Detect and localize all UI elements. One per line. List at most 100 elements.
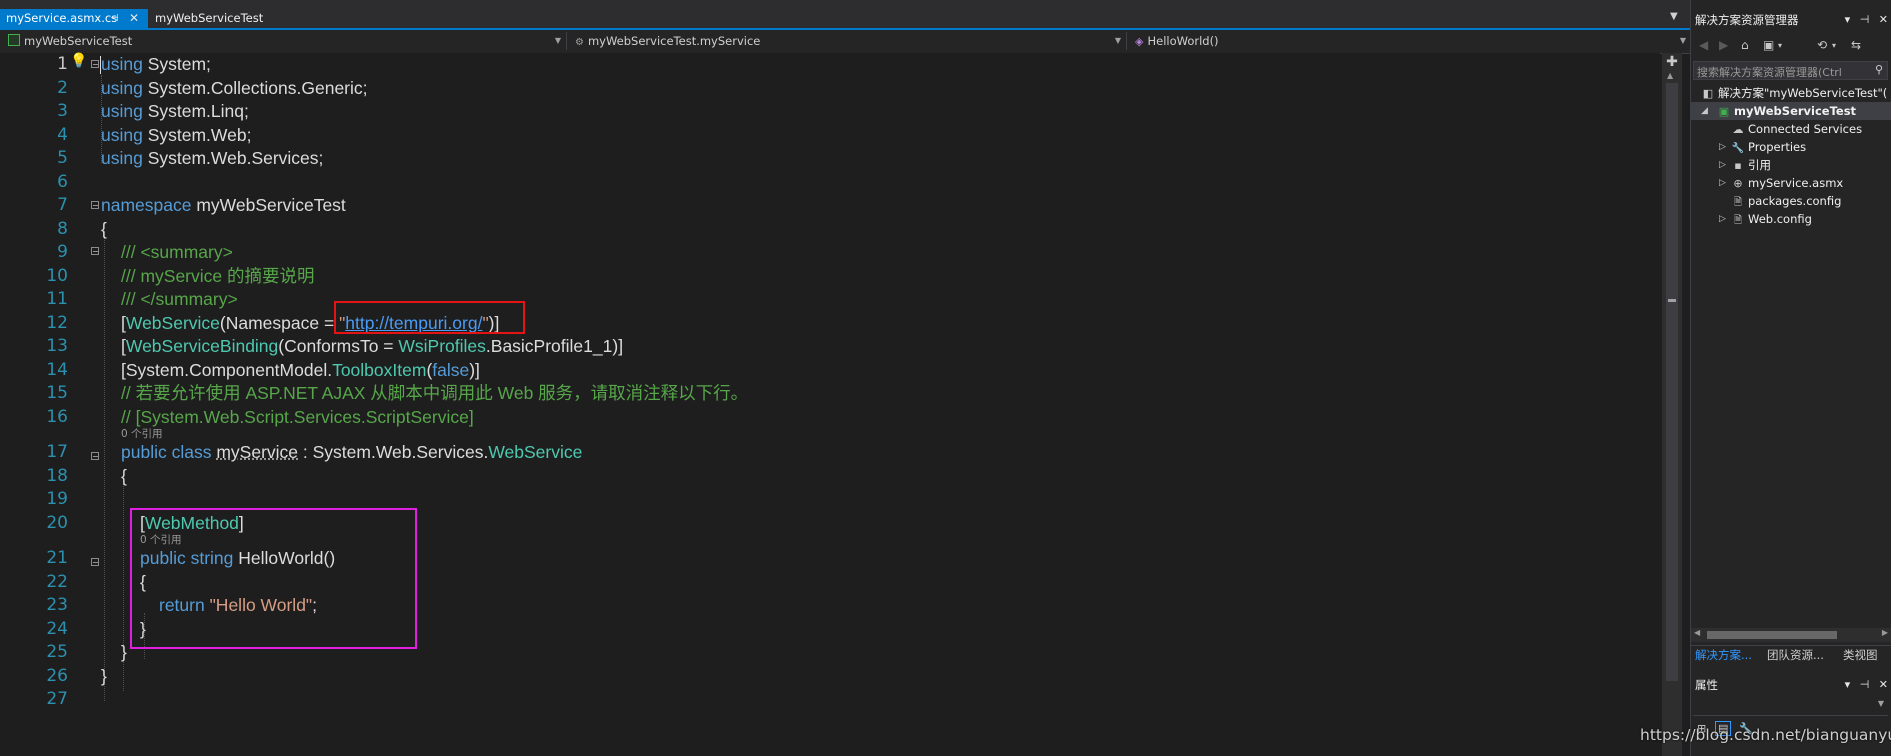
- close-icon[interactable]: ✕: [129, 9, 139, 28]
- panel-window-buttons[interactable]: ▾ ⊣ ✕: [1845, 675, 1891, 695]
- solution-icon: ◧: [1702, 87, 1714, 100]
- split-window-icon[interactable]: ✚: [1665, 55, 1679, 69]
- search-icon[interactable]: ⚲: [1875, 63, 1883, 76]
- tab-mywebservicetest[interactable]: myWebServiceTest: [149, 9, 269, 28]
- tree-item-properties[interactable]: ▷ 🔧 Properties: [1719, 138, 1806, 156]
- line-number: 25: [46, 642, 68, 662]
- tree-item-label: Web.config: [1748, 212, 1812, 226]
- code-line-15: // 若要允许使用 ASP.NET AJAX 从脚本中调用此 Web 服务，请取…: [121, 383, 749, 403]
- project-dropdown-value: myWebServiceTest: [24, 34, 133, 48]
- home-icon[interactable]: ⌂: [1741, 38, 1749, 52]
- scroll-right-icon[interactable]: ▶: [1882, 628, 1888, 637]
- collapse-icon[interactable]: −: [91, 201, 99, 210]
- navigation-bar: myWebServiceTest ▼ ⚙ myWebServiceTest.myS…: [0, 30, 1690, 54]
- collapsed-arrow-icon[interactable]: ▷: [1719, 210, 1726, 228]
- solution-explorer-search-input[interactable]: 搜索解决方案资源管理器(Ctrl ⚲: [1693, 61, 1888, 80]
- collapse-icon[interactable]: −: [91, 247, 99, 256]
- tab-class-view[interactable]: 类视图: [1839, 646, 1882, 664]
- tree-item-myservice-asmx[interactable]: ▷ ⊕ myService.asmx: [1719, 174, 1843, 192]
- collapsed-arrow-icon[interactable]: ▷: [1719, 138, 1726, 156]
- tab-label: myService.asmx.cs: [6, 11, 118, 25]
- code-editor[interactable]: 1 2 3 4 5 6 7 8 9 10 11 12 13 14 15 16 17 18 19 20 21 22 23 24 2…: [0, 53, 1660, 756]
- code-line-26: }: [101, 665, 107, 686]
- forward-icon[interactable]: ▶: [1719, 38, 1728, 52]
- tree-item-connected-services[interactable]: ☁ Connected Services: [1731, 120, 1863, 138]
- tree-item-project[interactable]: ◢ ▣ myWebServiceTest: [1691, 102, 1891, 120]
- code-line-16: // [System.Web.Script.Services.ScriptSer…: [121, 406, 474, 427]
- chevron-down-icon: ▼: [1114, 36, 1121, 45]
- collapsed-arrow-icon[interactable]: ▷: [1719, 174, 1726, 192]
- solution-explorer-title-bar: 解决方案资源管理器 ▾ ⊣ ✕: [1691, 10, 1891, 30]
- back-icon[interactable]: ◀: [1699, 38, 1708, 52]
- tree-item-label: packages.config: [1748, 194, 1842, 208]
- annotation-box-magenta: [130, 508, 417, 649]
- properties-object-dropdown[interactable]: ▼: [1693, 697, 1888, 716]
- search-placeholder: 搜索解决方案资源管理器(Ctrl: [1697, 66, 1842, 79]
- class-dropdown[interactable]: ⚙ myWebServiceTest.myService ▼: [567, 30, 1125, 52]
- tab-solution-explorer[interactable]: 解决方案...: [1691, 646, 1756, 664]
- switch-views-icon[interactable]: ▣: [1763, 38, 1774, 52]
- line-number: 16: [46, 406, 68, 427]
- tree-item-label: myWebServiceTest: [1734, 104, 1857, 118]
- code-line-11: /// </summary>: [121, 289, 238, 309]
- chevron-down-icon[interactable]: ▾: [1778, 41, 1782, 50]
- collapse-icon[interactable]: −: [91, 558, 99, 567]
- panel-window-buttons[interactable]: ▾ ⊣ ✕: [1845, 10, 1891, 30]
- scroll-left-icon[interactable]: ◀: [1694, 628, 1700, 637]
- class-dropdown-value: myWebServiceTest.myService: [587, 34, 761, 48]
- chevron-down-icon: ▼: [1679, 36, 1686, 45]
- line-number: 4: [57, 124, 68, 145]
- tree-item-solution[interactable]: ◧ 解决方案"myWebServiceTest"(: [1701, 84, 1888, 102]
- config-icon: 🗎: [1733, 215, 1743, 226]
- tab-overflow-dropdown-icon[interactable]: ▼: [1670, 11, 1678, 22]
- collapsed-arrow-icon[interactable]: ▷: [1719, 156, 1726, 174]
- line-number: 8: [57, 218, 68, 239]
- tree-item-web-config[interactable]: ▷ 🗎 Web.config: [1719, 210, 1812, 228]
- panel-title: 解决方案资源管理器: [1695, 13, 1799, 27]
- code-line-14: [System.ComponentModel.ToolboxItem(false…: [121, 359, 480, 380]
- codelens-references[interactable]: 0 个引用: [121, 426, 163, 441]
- code-line-8: {: [101, 218, 107, 239]
- line-number: 5: [57, 148, 68, 168]
- solution-explorer-bottom-tabs: 解决方案... 团队资源... 类视图: [1691, 645, 1891, 666]
- collapse-icon[interactable]: −: [91, 452, 99, 461]
- solution-explorer-toolbar: ◀ ▶ ⌂ ▣ ▾ ⟲ ▾ ⇆: [1691, 35, 1891, 57]
- collapse-icon[interactable]: −: [91, 60, 99, 69]
- line-number: 7: [57, 195, 68, 215]
- watermark-text: https://blog.csdn.net/bianguanyue: [1640, 726, 1891, 744]
- tab-team-explorer[interactable]: 团队资源...: [1763, 646, 1828, 664]
- panel-title: 属性: [1695, 678, 1718, 692]
- code-line-9: /// <summary>: [121, 242, 233, 262]
- code-line-10: /// myService 的摘要说明: [121, 265, 315, 286]
- editor-vertical-scrollbar[interactable]: ✚ ▲: [1662, 53, 1682, 756]
- line-number: 12: [46, 312, 68, 333]
- scroll-up-icon[interactable]: ▲: [1667, 71, 1673, 80]
- tree-item-packages-config[interactable]: 🗎 packages.config: [1731, 192, 1841, 210]
- tree-item-label: 解决方案"myWebServiceTest"(: [1718, 86, 1888, 100]
- line-number: 20: [46, 512, 68, 533]
- code-line-1: using System;: [101, 54, 211, 74]
- cloud-icon: ☁: [1732, 123, 1744, 136]
- solution-explorer-horizontal-scrollbar[interactable]: ◀ ▶: [1691, 628, 1891, 642]
- lightbulb-icon[interactable]: 💡: [70, 53, 87, 69]
- pin-icon[interactable]: ⊣: [110, 9, 119, 28]
- tab-label: myWebServiceTest: [155, 11, 264, 25]
- member-dropdown[interactable]: ◈ HelloWorld() ▼: [1127, 30, 1690, 52]
- expanded-arrow-icon[interactable]: ◢: [1701, 102, 1708, 120]
- line-number: 13: [46, 336, 68, 356]
- tree-item-label: Properties: [1748, 140, 1807, 154]
- tree-item-references[interactable]: ▷ ▪ 引用: [1719, 156, 1771, 174]
- tab-myservice-asmx-cs[interactable]: myService.asmx.cs ⊣ ✕: [0, 9, 148, 28]
- line-number: 9: [57, 242, 68, 262]
- pending-changes-icon[interactable]: ⟲: [1817, 38, 1827, 52]
- scrollbar-thumb[interactable]: [1666, 83, 1678, 681]
- code-line-18: {: [121, 465, 127, 486]
- scrollbar-thumb[interactable]: [1707, 631, 1837, 639]
- sync-icon[interactable]: ⇆: [1851, 38, 1861, 52]
- line-number: 24: [46, 618, 68, 639]
- chevron-down-icon[interactable]: ▾: [1832, 41, 1836, 50]
- breakpoint-margin[interactable]: [0, 53, 18, 756]
- code-line-17: public class myService : System.Web.Serv…: [121, 442, 583, 462]
- code-line-4: using System.Web;: [101, 124, 252, 145]
- project-dropdown[interactable]: myWebServiceTest ▼: [0, 30, 565, 52]
